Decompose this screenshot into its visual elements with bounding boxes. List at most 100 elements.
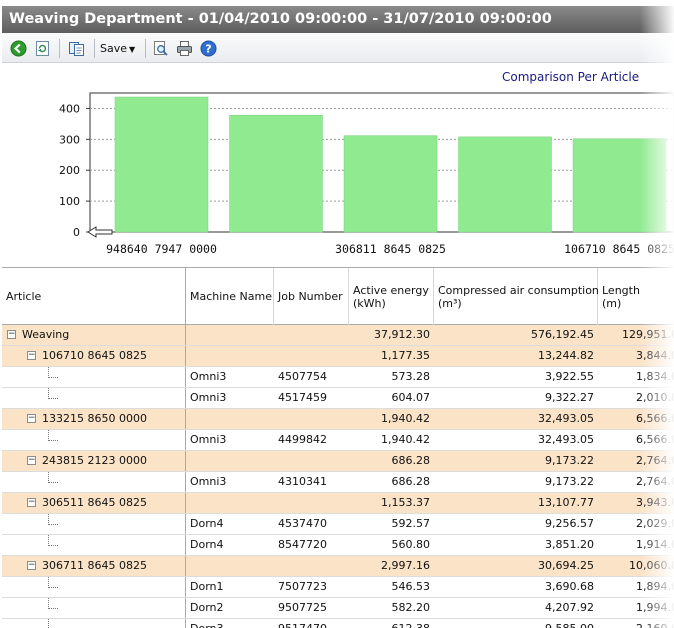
toolbar: Save ▼ ? <box>2 33 674 63</box>
help-icon[interactable]: ? <box>200 40 217 57</box>
cell-length: 3,844.0 <box>636 349 674 362</box>
cell-article <box>2 598 186 618</box>
cell-article <box>2 430 186 450</box>
cell-air: 9,173.22 <box>545 454 594 467</box>
table-row[interactable]: Dorn4 4537470 592.57 9,256.57 2,029.0 <box>2 514 674 535</box>
bar <box>458 136 552 233</box>
print-icon[interactable] <box>176 40 193 57</box>
bar-chart-svg: 0 100 200 300 400 948640 7947 0000 306811 8645… <box>59 92 674 256</box>
cell-energy: 686.28 <box>391 454 431 467</box>
table-row[interactable]: Omni3 4499842 1,940.42 32,493.05 6,566.0 <box>2 430 674 451</box>
window-title: Weaving Department - 01/04/2010 09:00:00… <box>2 6 674 33</box>
table-row[interactable]: Omni3 4507754 573.28 3,922.55 1,834.0 <box>2 367 674 388</box>
cell-job <box>274 325 349 345</box>
cell-air: 9,585.00 <box>434 619 598 628</box>
cell-length: 2,160.0 <box>598 619 674 628</box>
column-header-length[interactable]: Length (m) <box>598 268 674 325</box>
cell-energy: 1,940.42 <box>381 433 430 446</box>
cell-article: 306511 8645 0825 <box>2 493 186 513</box>
cell-job: 9507725 <box>278 601 327 614</box>
cell-energy: 1,177.35 <box>381 349 430 362</box>
cell-air: 32,493.05 <box>538 412 594 425</box>
back-icon[interactable] <box>10 40 27 57</box>
save-button[interactable]: Save ▼ <box>100 40 135 57</box>
group-row[interactable]: −133215 8650 0000 1,940.42 32,493.05 6,566.… <box>2 409 674 430</box>
cell-machine: Dorn4 <box>190 517 224 530</box>
cell-article: 306711 8645 0825 <box>2 556 186 576</box>
cell-machine <box>186 346 274 366</box>
cell-job <box>274 409 349 429</box>
copy-icon[interactable] <box>68 40 85 57</box>
print-preview-icon[interactable] <box>152 40 169 57</box>
cell-air: 13,107.77 <box>538 496 594 509</box>
column-header-label: Compressed air consumption (m³) <box>438 283 599 310</box>
y-tick-label: 0 <box>73 226 80 239</box>
cell-length: 2,764.0 <box>636 475 674 488</box>
bar <box>572 138 667 233</box>
column-header-job[interactable]: Job Number <box>274 268 349 325</box>
cell-machine <box>186 409 274 429</box>
cell-article <box>2 514 186 534</box>
comparison-chart: Comparison Per Article 0 100 200 300 400 9486… <box>2 63 674 267</box>
bar <box>229 114 323 233</box>
group-row[interactable]: −243815 2123 0000 686.28 9,173.22 2,764.0 <box>2 451 674 472</box>
table-row[interactable]: Dorn39517470612.389,585.002,160.0 <box>2 619 674 628</box>
cell-job <box>274 346 349 366</box>
cell-air: 4,207.92 <box>545 601 594 614</box>
cell-air: 9,173.22 <box>545 475 594 488</box>
table-row[interactable]: Omni3 4310341 686.28 9,173.22 2,764.0 <box>2 472 674 493</box>
cell-article: 133215 8650 0000 <box>2 409 186 429</box>
cell-length: 1,914.0 <box>636 538 674 551</box>
table-row[interactable]: Dorn2 9507725 582.20 4,207.92 1,994.0 <box>2 598 674 619</box>
cell-job <box>274 556 349 576</box>
cell-length: 10,060.0 <box>629 559 674 572</box>
x-tick-label: 106710 8645 0825 <box>564 242 674 256</box>
y-tick-label: 100 <box>59 195 80 208</box>
cell-article: 243815 2123 0000 <box>2 451 186 471</box>
cell-article: 106710 8645 0825 <box>2 346 186 366</box>
y-tick-label: 200 <box>59 164 80 177</box>
column-header-air[interactable]: Compressed air consumption (m³) <box>434 268 599 325</box>
cell-article <box>2 367 186 387</box>
group-row[interactable]: −306511 8645 0825 1,153.37 13,107.77 3,943.… <box>2 493 674 514</box>
column-header-label: Article <box>6 290 42 303</box>
cell-air: 3,851.20 <box>545 538 594 551</box>
group-row[interactable]: − Weaving 37,912.30 576,192.45 129,951.0 <box>2 325 674 346</box>
column-header-label: Job Number <box>278 290 343 303</box>
cell-article: Weaving <box>2 325 186 345</box>
table-row[interactable]: Omni3 4517459 604.07 9,322.27 2,010.0 <box>2 388 674 409</box>
cell-length: 1,834.0 <box>636 370 674 383</box>
cell-energy: 592.57 <box>391 517 431 530</box>
svg-text:?: ? <box>205 43 211 56</box>
cell-machine <box>186 493 274 513</box>
cell-article <box>2 472 186 492</box>
cell-energy: 1,153.37 <box>381 496 430 509</box>
refresh-icon[interactable] <box>34 40 51 57</box>
cell-length: 6,566.0 <box>636 412 674 425</box>
group-row[interactable]: −106710 8645 0825 1,177.35 13,244.82 3,844.… <box>2 346 674 367</box>
group-row[interactable]: −306711 8645 0825 2,997.16 30,694.25 10,060… <box>2 556 674 577</box>
cell-energy: 573.28 <box>391 370 431 383</box>
cell-length: 2,764.0 <box>636 454 674 467</box>
table-row[interactable]: Dorn4 8547720 560.80 3,851.20 1,914.0 <box>2 535 674 556</box>
column-header-energy[interactable]: Active energy (kWh) <box>349 268 434 325</box>
cell-job: 9517470 <box>274 619 349 628</box>
cell-energy: 1,940.42 <box>381 412 430 425</box>
bar <box>343 135 438 233</box>
cell-article <box>2 577 186 597</box>
cell-air: 576,192.45 <box>531 328 594 341</box>
chevron-down-icon: ▼ <box>129 45 136 54</box>
cell-length: 1,994.0 <box>636 601 674 614</box>
cell-air: 30,694.25 <box>538 559 594 572</box>
cell-air: 9,256.57 <box>545 517 594 530</box>
column-header-article[interactable]: Article <box>2 268 186 325</box>
column-header-machine[interactable]: Machine Name <box>186 268 274 325</box>
cell-energy: 560.80 <box>391 538 431 551</box>
cell-machine: Dorn3 <box>186 619 274 628</box>
save-label: Save <box>100 42 128 55</box>
y-tick-label: 300 <box>59 133 80 146</box>
table-row[interactable]: Dorn1 7507723 546.53 3,690.68 1,894.0 <box>2 577 674 598</box>
cell-job: 4517459 <box>278 391 327 404</box>
cell-job: 4537470 <box>278 517 327 530</box>
cell-energy: 2,997.16 <box>381 559 430 572</box>
